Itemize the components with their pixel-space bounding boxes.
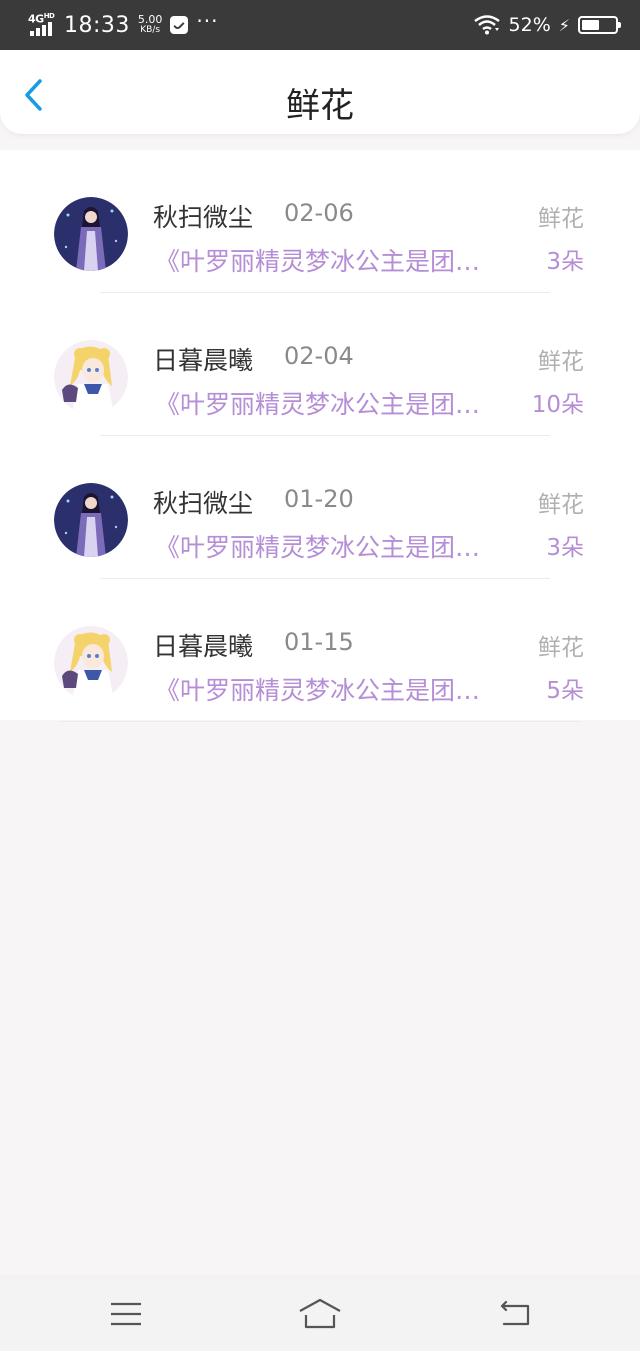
gift-date: 01-20 — [284, 485, 354, 513]
sender-name: 日暮晨曦 — [153, 632, 254, 661]
status-bar: 4GHD 18:33 5.00 KB/s ··· 52% ⚡ — [0, 0, 640, 50]
gift-count: 3朵 — [546, 535, 584, 561]
battery-percent: 52% — [508, 14, 551, 36]
message-icon — [170, 16, 189, 34]
list-item[interactable]: 日暮晨曦 02-04 鲜花 《叶罗丽精灵梦冰公主是团… 10朵 — [0, 293, 640, 436]
avatar[interactable] — [54, 626, 128, 700]
signal-icon: 4GHD — [28, 12, 56, 38]
gift-target[interactable]: 《叶罗丽精灵梦冰公主是团… — [155, 528, 525, 564]
gift-date: 02-06 — [284, 199, 354, 227]
navigation-bar — [0, 1275, 640, 1351]
home-icon[interactable] — [298, 1297, 342, 1331]
gift-count: 5朵 — [546, 678, 584, 704]
charging-icon: ⚡ — [558, 15, 570, 35]
status-time: 18:33 — [64, 12, 130, 38]
gift-count: 3朵 — [546, 249, 584, 275]
list-item[interactable]: 秋扫微尘 02-06 鲜花 《叶罗丽精灵梦冰公主是团… 3朵 — [0, 150, 640, 293]
avatar[interactable] — [54, 197, 128, 271]
gift-list: 秋扫微尘 02-06 鲜花 《叶罗丽精灵梦冰公主是团… 3朵 日暮晨曦 02-0… — [0, 150, 640, 722]
gift-target[interactable]: 《叶罗丽精灵梦冰公主是团… — [155, 242, 525, 278]
header: 鲜花 — [0, 50, 640, 134]
divider — [60, 721, 580, 722]
page-title: 鲜花 — [286, 86, 354, 126]
battery-icon — [578, 16, 621, 34]
network-speed: 5.00 KB/s — [137, 13, 163, 35]
wifi-icon — [473, 15, 500, 35]
sender-name: 秋扫微尘 — [153, 489, 254, 518]
sender-name: 秋扫微尘 — [153, 203, 254, 232]
avatar[interactable] — [54, 483, 128, 557]
more-notifications: ··· — [196, 9, 219, 33]
gift-type: 鲜花 — [538, 206, 584, 232]
menu-icon[interactable] — [106, 1297, 146, 1331]
gift-type: 鲜花 — [538, 492, 584, 518]
gift-type: 鲜花 — [538, 349, 584, 375]
list-item[interactable]: 秋扫微尘 01-20 鲜花 《叶罗丽精灵梦冰公主是团… 3朵 — [0, 436, 640, 579]
back-icon[interactable] — [496, 1297, 536, 1331]
gift-type: 鲜花 — [538, 635, 584, 661]
gift-date: 02-04 — [284, 342, 354, 370]
list-item[interactable]: 日暮晨曦 01-15 鲜花 《叶罗丽精灵梦冰公主是团… 5朵 — [0, 579, 640, 722]
sender-name: 日暮晨曦 — [153, 346, 254, 375]
gift-count: 10朵 — [531, 392, 584, 418]
gift-target[interactable]: 《叶罗丽精灵梦冰公主是团… — [155, 385, 525, 421]
gift-date: 01-15 — [284, 628, 354, 656]
avatar[interactable] — [54, 340, 128, 414]
gift-target[interactable]: 《叶罗丽精灵梦冰公主是团… — [155, 671, 525, 707]
